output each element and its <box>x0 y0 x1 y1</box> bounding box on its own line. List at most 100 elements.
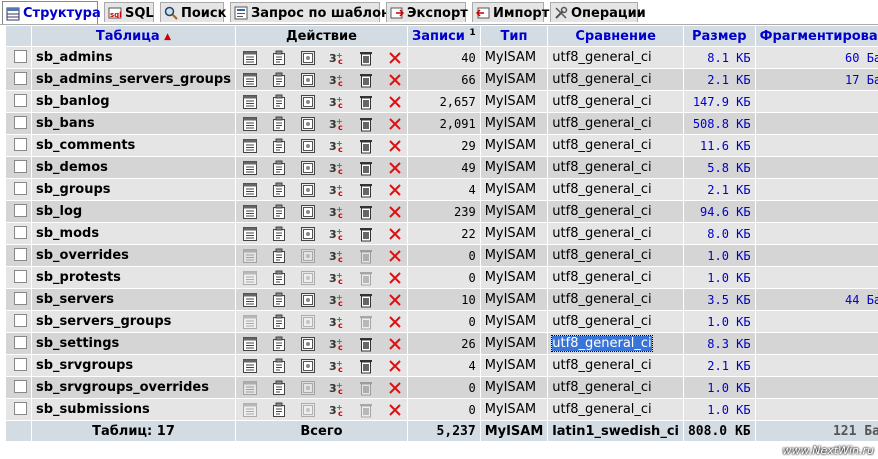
tab-sql[interactable]: sql SQL <box>104 2 154 22</box>
insert-icon[interactable]: 3 + c <box>329 226 345 242</box>
insert-icon[interactable]: 3 + c <box>329 270 345 286</box>
drop-icon[interactable] <box>387 226 403 242</box>
row-checkbox[interactable] <box>14 247 27 261</box>
drop-icon[interactable] <box>387 72 403 88</box>
drop-icon[interactable] <box>387 138 403 154</box>
table-name-link[interactable]: sb_banlog <box>32 91 235 112</box>
row-checkbox[interactable] <box>14 49 27 63</box>
structure-icon[interactable] <box>271 204 287 220</box>
size-link[interactable]: 2.1 КБ <box>683 69 755 90</box>
tab-export[interactable]: Экспорт <box>386 2 468 22</box>
table-name-link[interactable]: sb_groups <box>32 179 235 200</box>
overhead-link[interactable]: 60 Байт <box>755 47 878 68</box>
row-checkbox[interactable] <box>14 269 27 283</box>
insert-icon[interactable]: 3 + c <box>329 72 345 88</box>
table-name-link[interactable]: sb_servers_groups <box>32 311 235 332</box>
insert-icon[interactable]: 3 + c <box>329 94 345 110</box>
row-checkbox[interactable] <box>14 93 27 107</box>
insert-icon[interactable]: 3 + c <box>329 380 345 396</box>
drop-icon[interactable] <box>387 116 403 132</box>
search-icon[interactable] <box>300 248 316 264</box>
table-name-link[interactable]: sb_submissions <box>32 399 235 420</box>
size-link[interactable]: 1.0 КБ <box>683 267 755 288</box>
overhead-link[interactable]: 44 Байт <box>755 289 878 310</box>
empty-icon[interactable] <box>358 248 374 264</box>
table-name-link[interactable]: sb_admins_servers_groups <box>32 69 235 90</box>
header-overhead[interactable]: Фрагментировано <box>755 26 878 46</box>
structure-icon[interactable] <box>271 248 287 264</box>
size-link[interactable]: 2.1 КБ <box>683 179 755 200</box>
size-link[interactable]: 1.0 КБ <box>683 245 755 266</box>
search-icon[interactable] <box>300 292 316 308</box>
row-checkbox[interactable] <box>14 357 27 371</box>
size-link[interactable]: 1.0 КБ <box>683 377 755 398</box>
browse-icon[interactable] <box>242 94 258 110</box>
browse-icon[interactable] <box>242 314 258 330</box>
empty-icon[interactable] <box>358 116 374 132</box>
search-icon[interactable] <box>300 138 316 154</box>
empty-icon[interactable] <box>358 138 374 154</box>
empty-icon[interactable] <box>358 380 374 396</box>
overhead-link[interactable]: 17 Байт <box>755 69 878 90</box>
row-checkbox[interactable] <box>14 291 27 305</box>
size-link[interactable]: 5.8 КБ <box>683 157 755 178</box>
structure-icon[interactable] <box>271 182 287 198</box>
empty-icon[interactable] <box>358 402 374 418</box>
structure-icon[interactable] <box>271 292 287 308</box>
browse-icon[interactable] <box>242 182 258 198</box>
drop-icon[interactable] <box>387 270 403 286</box>
insert-icon[interactable]: 3 + c <box>329 160 345 176</box>
search-icon[interactable] <box>300 226 316 242</box>
header-table[interactable]: Таблица ▲ <box>32 26 235 46</box>
empty-icon[interactable] <box>358 358 374 374</box>
structure-icon[interactable] <box>271 50 287 66</box>
structure-icon[interactable] <box>271 116 287 132</box>
size-link[interactable]: 8.1 КБ <box>683 47 755 68</box>
structure-icon[interactable] <box>271 402 287 418</box>
search-icon[interactable] <box>300 160 316 176</box>
table-name-link[interactable]: sb_bans <box>32 113 235 134</box>
table-name-link[interactable]: sb_settings <box>32 333 235 354</box>
search-icon[interactable] <box>300 380 316 396</box>
drop-icon[interactable] <box>387 314 403 330</box>
size-link[interactable]: 8.3 КБ <box>683 333 755 354</box>
row-checkbox[interactable] <box>14 379 27 393</box>
table-name-link[interactable]: sb_srvgroups <box>32 355 235 376</box>
search-icon[interactable] <box>300 270 316 286</box>
structure-icon[interactable] <box>271 138 287 154</box>
browse-icon[interactable] <box>242 270 258 286</box>
insert-icon[interactable]: 3 + c <box>329 248 345 264</box>
empty-icon[interactable] <box>358 50 374 66</box>
table-name-link[interactable]: sb_servers <box>32 289 235 310</box>
tab-operations[interactable]: Операции <box>550 2 646 22</box>
browse-icon[interactable] <box>242 72 258 88</box>
table-name-link[interactable]: sb_overrides <box>32 245 235 266</box>
insert-icon[interactable]: 3 + c <box>329 336 345 352</box>
table-name-link[interactable]: sb_comments <box>32 135 235 156</box>
size-link[interactable]: 3.5 КБ <box>683 289 755 310</box>
table-name-link[interactable]: sb_srvgroups_overrides <box>32 377 235 398</box>
insert-icon[interactable]: 3 + c <box>329 314 345 330</box>
row-checkbox[interactable] <box>14 137 27 151</box>
insert-icon[interactable]: 3 + c <box>329 358 345 374</box>
browse-icon[interactable] <box>242 336 258 352</box>
search-icon[interactable] <box>300 94 316 110</box>
size-link[interactable]: 147.9 КБ <box>683 91 755 112</box>
search-icon[interactable] <box>300 358 316 374</box>
drop-icon[interactable] <box>387 182 403 198</box>
size-link[interactable]: 94.6 КБ <box>683 201 755 222</box>
size-link[interactable]: 8.0 КБ <box>683 223 755 244</box>
table-name-link[interactable]: sb_log <box>32 201 235 222</box>
empty-icon[interactable] <box>358 72 374 88</box>
insert-icon[interactable]: 3 + c <box>329 402 345 418</box>
search-icon[interactable] <box>300 204 316 220</box>
drop-icon[interactable] <box>387 160 403 176</box>
tab-search[interactable]: Поиск <box>160 2 226 22</box>
drop-icon[interactable] <box>387 380 403 396</box>
insert-icon[interactable]: 3 + c <box>329 182 345 198</box>
empty-icon[interactable] <box>358 204 374 220</box>
table-name-link[interactable]: sb_mods <box>32 223 235 244</box>
table-name-link[interactable]: sb_admins <box>32 47 235 68</box>
table-name-link[interactable]: sb_protests <box>32 267 235 288</box>
insert-icon[interactable]: 3 + c <box>329 50 345 66</box>
